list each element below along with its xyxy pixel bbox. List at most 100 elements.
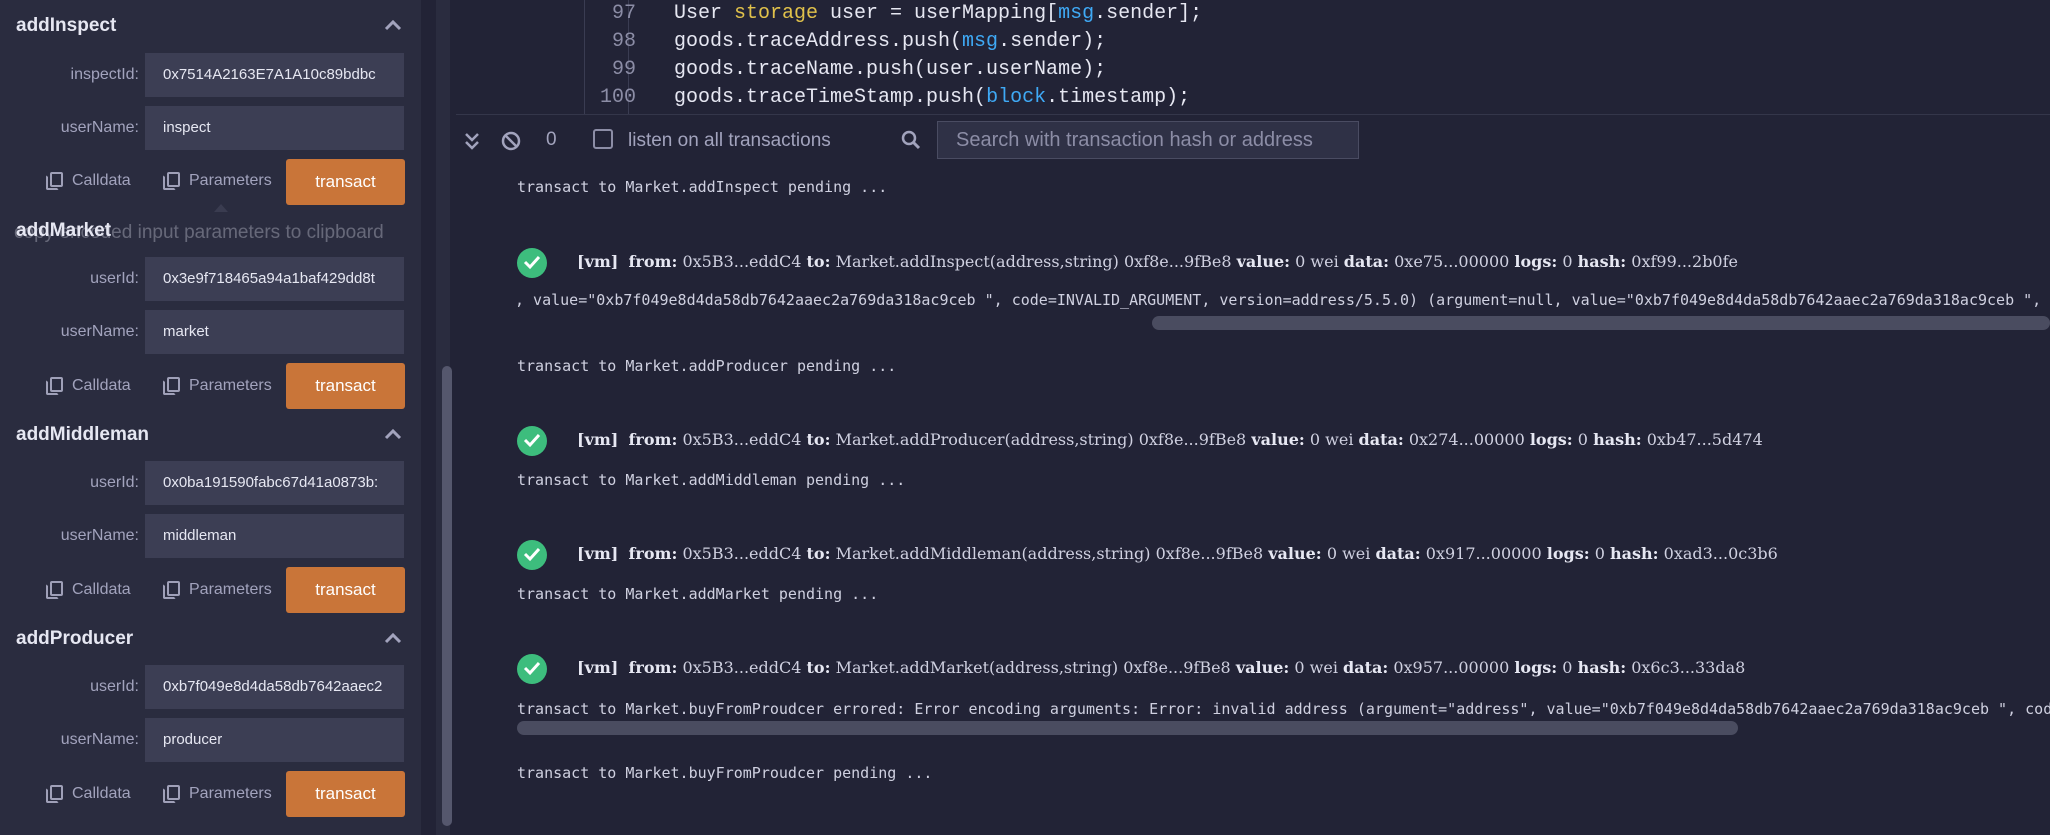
param-label: userName: bbox=[60, 731, 139, 748]
param-label: userId: bbox=[90, 678, 139, 695]
calldata-button[interactable]: Calldata bbox=[46, 581, 131, 599]
param-label: inspectId: bbox=[70, 66, 139, 83]
function-title-addProducer: addProducer bbox=[16, 628, 134, 649]
copy-icon bbox=[163, 581, 180, 599]
calldata-label: Calldata bbox=[72, 172, 131, 189]
username-input[interactable]: middleman bbox=[145, 514, 404, 558]
success-check-icon bbox=[517, 540, 547, 570]
transact-button[interactable]: transact bbox=[286, 363, 405, 409]
code-token: .timestamp); bbox=[1046, 86, 1191, 109]
terminal-toolbar: 0 listen on all transactions bbox=[456, 114, 2050, 169]
calldata-button[interactable]: Calldata bbox=[46, 785, 131, 803]
parameters-label: Parameters bbox=[189, 377, 272, 394]
code-token: goods.traceTimeStamp.push( bbox=[674, 86, 987, 109]
horizontal-scrollbar[interactable] bbox=[1152, 316, 2050, 330]
tx-log-row[interactable]: [vm] from: 0x5B3...eddC4 to: Market.addI… bbox=[577, 252, 1738, 271]
userid-input[interactable]: 0xb7f049e8d4da58db7642aaec2 bbox=[145, 665, 404, 709]
log-pending: transact to Market.buyFromProudcer pendi… bbox=[517, 764, 933, 782]
copy-icon bbox=[46, 581, 63, 599]
code-token: User bbox=[674, 2, 735, 25]
code-line: User storage user = userMapping[msg.send… bbox=[674, 2, 1202, 25]
parameters-label: Parameters bbox=[189, 785, 272, 802]
code-token: goods.traceAddress.push( bbox=[674, 30, 963, 53]
code-token: msg bbox=[962, 30, 999, 53]
chevron-up-icon[interactable] bbox=[384, 632, 402, 646]
deploy-run-panel: addInspect inspectId: 0x7514A2163E7A1A10… bbox=[0, 0, 421, 835]
username-input[interactable]: producer bbox=[145, 718, 404, 762]
param-label: userId: bbox=[90, 474, 139, 491]
calldata-label: Calldata bbox=[72, 785, 131, 802]
log-error-line: , value="0xb7f049e8d4da58db7642aaec2a769… bbox=[515, 291, 2050, 309]
chevron-up-icon[interactable] bbox=[384, 19, 402, 33]
calldata-button[interactable]: Calldata bbox=[46, 377, 131, 395]
listen-label: listen on all transactions bbox=[628, 130, 831, 151]
inspectid-input[interactable]: 0x7514A2163E7A1A10c89bdbc bbox=[145, 53, 404, 97]
clear-console-icon[interactable] bbox=[500, 130, 522, 157]
calldata-label: Calldata bbox=[72, 581, 131, 598]
code-token: user = userMapping[ bbox=[818, 2, 1059, 25]
copy-icon bbox=[46, 172, 63, 190]
parameters-button[interactable]: Parameters bbox=[163, 172, 272, 190]
code-token: .sender); bbox=[998, 30, 1107, 53]
function-title-addMiddleman: addMiddleman bbox=[16, 424, 150, 445]
log-pending: transact to Market.addInspect pending ..… bbox=[517, 178, 888, 196]
userid-input[interactable]: 0x0ba191590fabc67d41a0873b: bbox=[145, 461, 404, 505]
success-check-icon bbox=[517, 248, 547, 278]
tooltip-arrow bbox=[214, 204, 228, 212]
log-pending: transact to Market.addMiddleman pending … bbox=[517, 471, 906, 489]
horizontal-scrollbar[interactable] bbox=[517, 721, 1738, 735]
copy-icon bbox=[163, 172, 180, 190]
log-pending: transact to Market.addMarket pending ... bbox=[517, 585, 879, 603]
code-line: goods.traceAddress.push(msg.sender); bbox=[674, 30, 1106, 53]
log-error-line: transact to Market.buyFromProudcer error… bbox=[517, 700, 2050, 718]
code-line: goods.traceTimeStamp.push(block.timestam… bbox=[674, 86, 1190, 109]
parameters-button[interactable]: Parameters bbox=[163, 785, 272, 803]
search-input[interactable] bbox=[937, 121, 1359, 159]
code-token: .sender]; bbox=[1094, 2, 1203, 25]
parameters-button[interactable]: Parameters bbox=[163, 581, 272, 599]
copy-icon bbox=[46, 785, 63, 803]
success-check-icon bbox=[517, 654, 547, 684]
tx-log-row[interactable]: [vm] from: 0x5B3...eddC4 to: Market.addM… bbox=[577, 544, 1778, 563]
chevron-up-icon[interactable] bbox=[384, 428, 402, 442]
parameters-label: Parameters bbox=[189, 581, 272, 598]
transact-button[interactable]: transact bbox=[286, 567, 405, 613]
code-editor[interactable]: 97 User storage user = userMapping[msg.s… bbox=[456, 0, 2050, 114]
collapse-terminal-icon[interactable] bbox=[464, 130, 480, 157]
function-title-addMarket: addMarket bbox=[16, 220, 112, 241]
tx-log-row[interactable]: [vm] from: 0x5B3...eddC4 to: Market.addM… bbox=[577, 658, 1745, 677]
userid-input[interactable]: 0x3e9f718465a94a1baf429dd8t bbox=[145, 257, 404, 301]
copy-icon bbox=[46, 377, 63, 395]
line-number: 97 bbox=[611, 2, 636, 25]
param-label: userName: bbox=[60, 119, 139, 136]
username-input[interactable]: inspect bbox=[145, 106, 404, 150]
transact-button[interactable]: transact bbox=[286, 771, 405, 817]
copy-icon bbox=[163, 377, 180, 395]
line-number: 99 bbox=[611, 58, 636, 81]
param-label: userId: bbox=[90, 270, 139, 287]
code-token: goods.traceName.push(user.userName); bbox=[674, 58, 1107, 81]
pending-tx-count: 0 bbox=[546, 129, 557, 150]
line-number: 100 bbox=[599, 86, 636, 109]
log-pending: transact to Market.addProducer pending .… bbox=[517, 357, 897, 375]
parameters-label: Parameters bbox=[189, 172, 272, 189]
tx-log-row[interactable]: [vm] from: 0x5B3...eddC4 to: Market.addP… bbox=[577, 430, 1763, 449]
param-label: userName: bbox=[60, 527, 139, 544]
code-token: storage bbox=[734, 2, 819, 25]
param-label: userName: bbox=[60, 323, 139, 340]
code-line: goods.traceName.push(user.userName); bbox=[674, 58, 1106, 81]
copy-icon bbox=[163, 785, 180, 803]
listen-checkbox[interactable] bbox=[593, 129, 613, 149]
code-token: block bbox=[986, 86, 1047, 109]
code-token: msg bbox=[1058, 2, 1095, 25]
line-number: 98 bbox=[611, 30, 636, 53]
transact-button[interactable]: transact bbox=[286, 159, 405, 205]
search-icon bbox=[900, 129, 922, 156]
calldata-button[interactable]: Calldata bbox=[46, 172, 131, 190]
success-check-icon bbox=[517, 426, 547, 456]
scrollbar-thumb[interactable] bbox=[442, 366, 452, 826]
terminal-log: transact to Market.addInspect pending ..… bbox=[456, 168, 2050, 835]
username-input[interactable]: market bbox=[145, 310, 404, 354]
function-title-addInspect: addInspect bbox=[16, 15, 117, 36]
parameters-button[interactable]: Parameters bbox=[163, 377, 272, 395]
